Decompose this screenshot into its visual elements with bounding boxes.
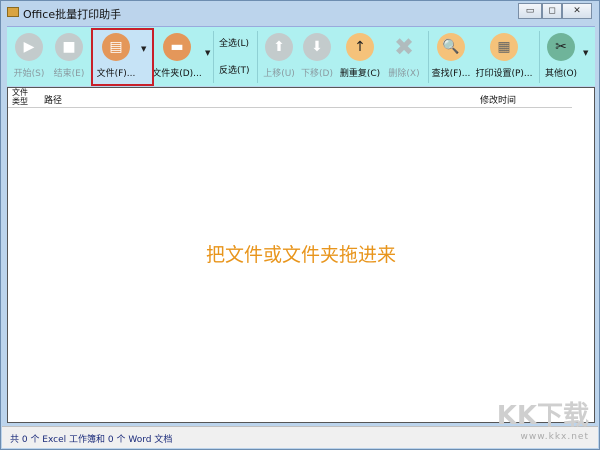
column-path[interactable]: 路径	[44, 93, 62, 106]
delete-x-icon: ✖	[393, 33, 415, 61]
magnifier-icon: 🔍	[437, 33, 465, 61]
column-modified-time[interactable]: 修改时间	[480, 93, 516, 106]
app-icon	[7, 7, 19, 17]
folder-label: 文件夹(D)...	[152, 69, 202, 79]
print-settings-button[interactable]: ▦ 打印设置(P)...	[473, 27, 535, 85]
arrow-down-icon: ⬇	[303, 33, 331, 61]
other-dropdown-arrow-icon[interactable]: ▼	[583, 49, 588, 57]
folder-icon: ▬	[163, 33, 191, 61]
dedupe-label: 删重复(C)	[339, 69, 381, 79]
move-down-button[interactable]: ⬇ 下移(D)	[297, 27, 337, 85]
stop-button[interactable]: ■ 结束(E)	[49, 27, 89, 85]
stop-label: 结束(E)	[53, 69, 85, 79]
stop-icon: ■	[55, 33, 83, 61]
watermark-logo: KK下载	[496, 401, 589, 431]
printer-icon: ▦	[490, 33, 518, 61]
separator	[257, 31, 258, 83]
window-title: Office批量打印助手	[23, 8, 122, 21]
other-button[interactable]: ✂ 其他(O)	[541, 27, 581, 85]
drop-hint: 把文件或文件夹拖进来	[205, 244, 396, 266]
other-label: 其他(O)	[544, 69, 578, 79]
invert-selection-button[interactable]: 反选(T)	[219, 63, 250, 76]
move-up-button[interactable]: ⬆ 上移(U)	[259, 27, 299, 85]
file-list[interactable]: 文件类型 路径 修改时间 把文件或文件夹拖进来	[7, 87, 595, 423]
select-all-button[interactable]: 全选(L)	[219, 36, 249, 49]
remove-duplicates-button[interactable]: ↑ 删重复(C)	[337, 27, 383, 85]
watermark-url: www.kkx.net	[520, 432, 589, 442]
delete-label: 删除(X)	[388, 69, 420, 79]
folder-dropdown-arrow-icon[interactable]: ▼	[205, 49, 210, 57]
highlight-box	[91, 28, 154, 86]
start-label: 开始(S)	[13, 69, 45, 79]
separator	[213, 31, 214, 83]
app-window: Office批量打印助手 ▭ ◻ ✕ ▶ 开始(S) ■ 结束(E) ▤ 文件(F).…	[0, 0, 600, 450]
move-up-label: 上移(U)	[263, 69, 295, 79]
tools-icon: ✂	[547, 33, 575, 61]
print-settings-label: 打印设置(P)...	[475, 69, 533, 79]
start-button[interactable]: ▶ 开始(S)	[9, 27, 49, 85]
find-label: 查找(F)...	[431, 69, 471, 79]
add-folder-button[interactable]: ▬ 文件夹(D)...	[149, 27, 205, 85]
delete-button[interactable]: ✖ 删除(X)	[383, 27, 425, 85]
maximize-button[interactable]: ◻	[542, 3, 562, 19]
play-icon: ▶	[15, 33, 43, 61]
close-button[interactable]: ✕	[562, 3, 592, 19]
watermark: KK下载 www.kkx.net	[497, 395, 589, 442]
move-down-label: 下移(D)	[301, 69, 333, 79]
title-bar: Office批量打印助手 ▭ ◻ ✕	[1, 1, 599, 25]
find-button[interactable]: 🔍 查找(F)...	[429, 27, 473, 85]
list-header: 文件类型 路径 修改时间	[8, 88, 572, 108]
status-text: 共 0 个 Excel 工作簿和 0 个 Word 文档	[10, 435, 173, 445]
arrow-up-icon: ⬆	[265, 33, 293, 61]
column-file-type[interactable]: 文件类型	[12, 88, 32, 106]
merge-icon: ↑	[346, 33, 374, 61]
separator	[539, 31, 540, 83]
minimize-button[interactable]: ▭	[518, 3, 542, 19]
